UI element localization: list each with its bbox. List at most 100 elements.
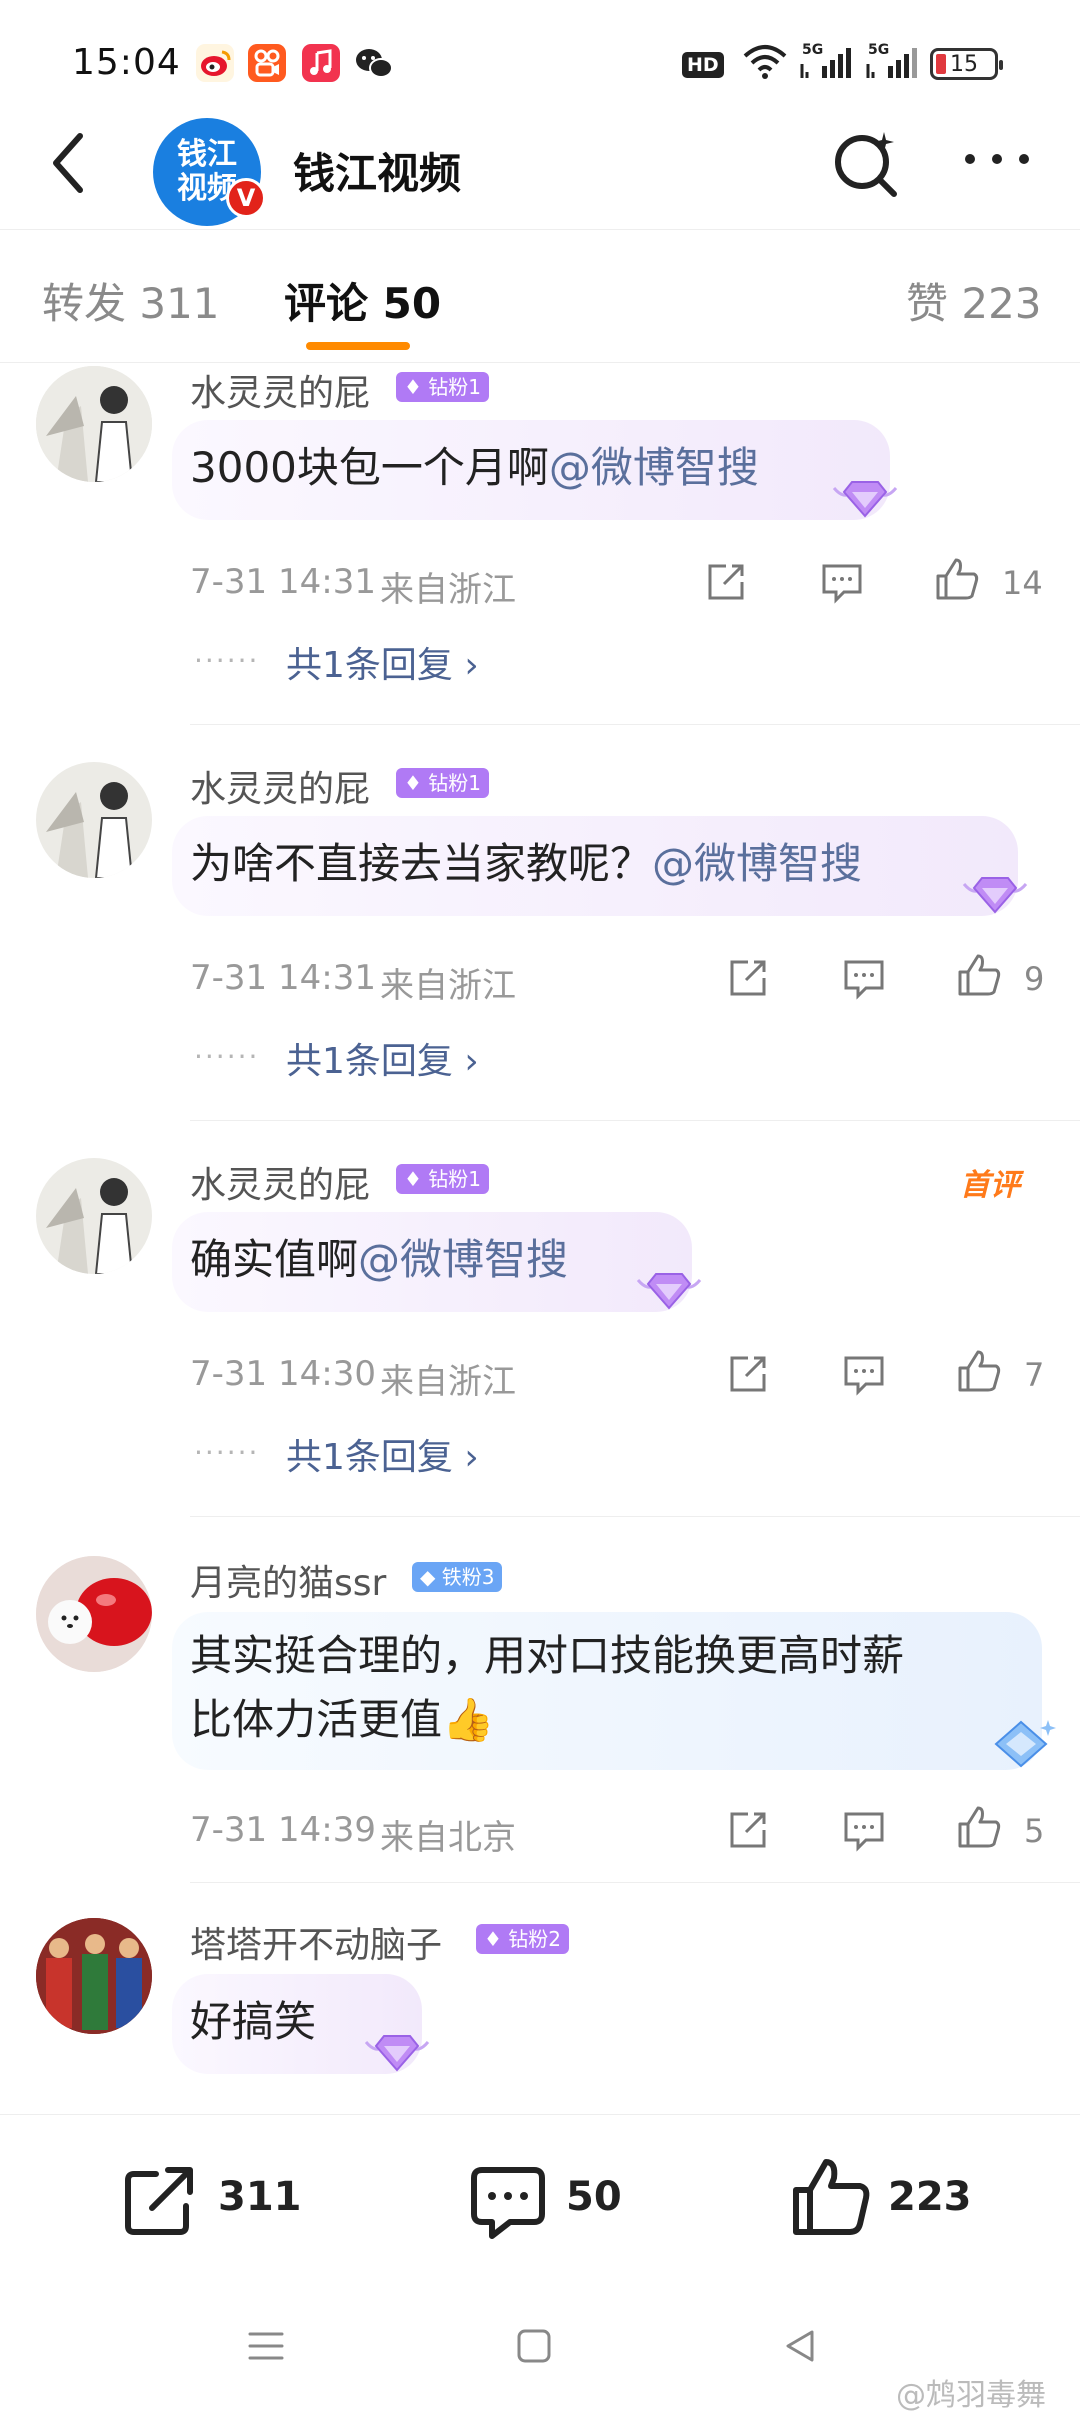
active-tab-indicator <box>306 342 410 350</box>
wechat-icon <box>354 44 393 82</box>
avatar-text: 钱江 <box>177 137 237 172</box>
comment-avatar[interactable] <box>36 1556 152 1672</box>
comment-icon[interactable] <box>842 1808 886 1852</box>
share-icon[interactable] <box>726 1808 770 1852</box>
battery-percentage: 15 <box>950 51 978 77</box>
battery-indicator: 15 <box>930 48 1003 80</box>
fan-badge: ♦ 钻粉1 <box>396 1164 490 1194</box>
like-icon[interactable] <box>956 952 1001 996</box>
comment-username[interactable]: 水灵灵的屁 <box>190 364 370 416</box>
comment-body: 为啥不直接去当家教呢？ <box>190 839 653 888</box>
share-icon[interactable] <box>726 956 770 1000</box>
page-title[interactable]: 钱江视频 <box>293 140 461 201</box>
reply-dots: ······ <box>194 1436 260 1469</box>
comment-icon[interactable] <box>842 1352 886 1396</box>
status-time: 15:04 <box>72 42 181 83</box>
comment-avatar[interactable] <box>36 1918 152 2034</box>
tab-likes[interactable]: 赞 223 <box>906 270 1042 331</box>
comment-time: 7-31 14:39 <box>190 1810 376 1850</box>
like-icon[interactable] <box>956 1804 1001 1848</box>
mention-link[interactable]: @微博智搜 <box>652 839 862 888</box>
more-options-icon[interactable] <box>962 144 1032 174</box>
diamond-fan-icon <box>830 470 900 522</box>
hd-indicator: HD <box>682 52 724 78</box>
repost-icon[interactable] <box>120 2160 200 2240</box>
battery-level-fill <box>936 54 946 74</box>
comment-text: 确实值啊@微博智搜 <box>190 1228 568 1292</box>
diamond-fan-icon <box>362 2024 432 2076</box>
diamond-fan-icon <box>634 1262 704 1314</box>
fan-badge-label: 钻粉1 <box>428 375 482 399</box>
share-icon[interactable] <box>726 1352 770 1396</box>
back-icon[interactable] <box>36 128 106 198</box>
tab-reposts[interactable]: 转发 311 <box>42 270 220 331</box>
divider <box>190 724 1080 725</box>
kuaishou-icon <box>248 44 286 82</box>
reply-dots: ······ <box>194 644 260 677</box>
reply-dots: ······ <box>194 1040 260 1073</box>
like-count: 7 <box>1024 1356 1045 1394</box>
fan-badge: ♦ 钻粉1 <box>396 372 490 402</box>
comment-count[interactable]: 50 <box>566 2174 622 2220</box>
fan-badge: ♦ 钻粉1 <box>396 768 490 798</box>
fan-badge: ♦ 钻粉2 <box>476 1924 570 1954</box>
like-icon[interactable] <box>956 1348 1001 1392</box>
comment-username[interactable]: 水灵灵的屁 <box>190 1156 370 1208</box>
like-count: 14 <box>1002 564 1043 602</box>
view-replies-link[interactable]: 共1条回复 › <box>286 636 479 688</box>
first-comment-tag: 首评 <box>960 1168 1020 1203</box>
home-icon[interactable] <box>514 2326 554 2366</box>
fan-badge-label: 铁粉3 <box>441 1565 495 1589</box>
divider <box>190 1882 1080 1883</box>
divider <box>0 362 1080 363</box>
comment-time: 7-31 14:30 <box>190 1354 376 1394</box>
comment-username[interactable]: 塔塔开不动脑子 <box>190 1916 442 1968</box>
comment-text-line: 比体力活更值👍 <box>190 1695 495 1744</box>
smart-search-icon[interactable] <box>828 126 904 202</box>
comment-time: 7-31 14:31 <box>190 958 376 998</box>
mention-link[interactable]: @微博智搜 <box>549 443 759 492</box>
watermark: @鸩羽毒舞 <box>896 2378 1046 2413</box>
comment-location: 来自浙江 <box>380 966 516 1006</box>
comment-avatar[interactable] <box>36 762 152 878</box>
comment-username[interactable]: 水灵灵的屁 <box>190 760 370 812</box>
comment-avatar[interactable] <box>36 1158 152 1274</box>
comment-location: 来自浙江 <box>380 570 516 610</box>
comment-body: 确实值啊 <box>190 1235 359 1284</box>
like-thumb-icon[interactable] <box>790 2156 872 2238</box>
comment-time: 7-31 14:31 <box>190 562 376 602</box>
comment-icon[interactable] <box>820 560 864 604</box>
comment-icon[interactable] <box>842 956 886 1000</box>
comment-body: 3000块包一个月啊 <box>190 443 549 492</box>
diamond-fan-icon <box>960 866 1030 918</box>
comment-bubble-icon[interactable] <box>468 2162 548 2242</box>
menu-icon[interactable] <box>246 2326 286 2366</box>
comment-location: 来自浙江 <box>380 1362 516 1402</box>
divider <box>190 1120 1080 1121</box>
share-icon[interactable] <box>704 560 748 604</box>
comment-text: 3000块包一个月啊@微博智搜 <box>190 436 759 500</box>
fan-badge-label: 钻粉1 <box>428 1167 482 1191</box>
like-icon[interactable] <box>934 556 979 600</box>
like-count: 9 <box>1024 960 1045 998</box>
like-count: 5 <box>1024 1812 1045 1850</box>
comment-text-line: 其实挺合理的，用对口技能换更高时薪 <box>190 1631 905 1680</box>
view-replies-link[interactable]: 共1条回复 › <box>286 1428 479 1480</box>
comment-username[interactable]: 月亮的猫ssr <box>190 1554 386 1606</box>
iron-fan-diamond-icon <box>986 1716 1056 1772</box>
wifi-icon <box>742 44 788 84</box>
fan-badge: ◆ 铁粉3 <box>412 1562 503 1592</box>
weibo-icon <box>196 44 234 82</box>
like-count-total[interactable]: 223 <box>888 2174 972 2220</box>
comment-location: 来自北京 <box>380 1818 516 1858</box>
nav-back-icon[interactable] <box>780 2326 820 2366</box>
comment-avatar[interactable] <box>36 366 152 482</box>
repost-count[interactable]: 311 <box>218 2174 302 2220</box>
tab-comments[interactable]: 评论 50 <box>284 270 441 331</box>
comment-text: 为啥不直接去当家教呢？@微博智搜 <box>190 832 862 896</box>
mention-link[interactable]: @微博智搜 <box>358 1235 568 1284</box>
view-replies-link[interactable]: 共1条回复 › <box>286 1032 479 1084</box>
fan-badge-label: 钻粉1 <box>428 771 482 795</box>
verified-badge-icon: V <box>226 178 266 218</box>
fan-badge-label: 钻粉2 <box>508 1927 562 1951</box>
